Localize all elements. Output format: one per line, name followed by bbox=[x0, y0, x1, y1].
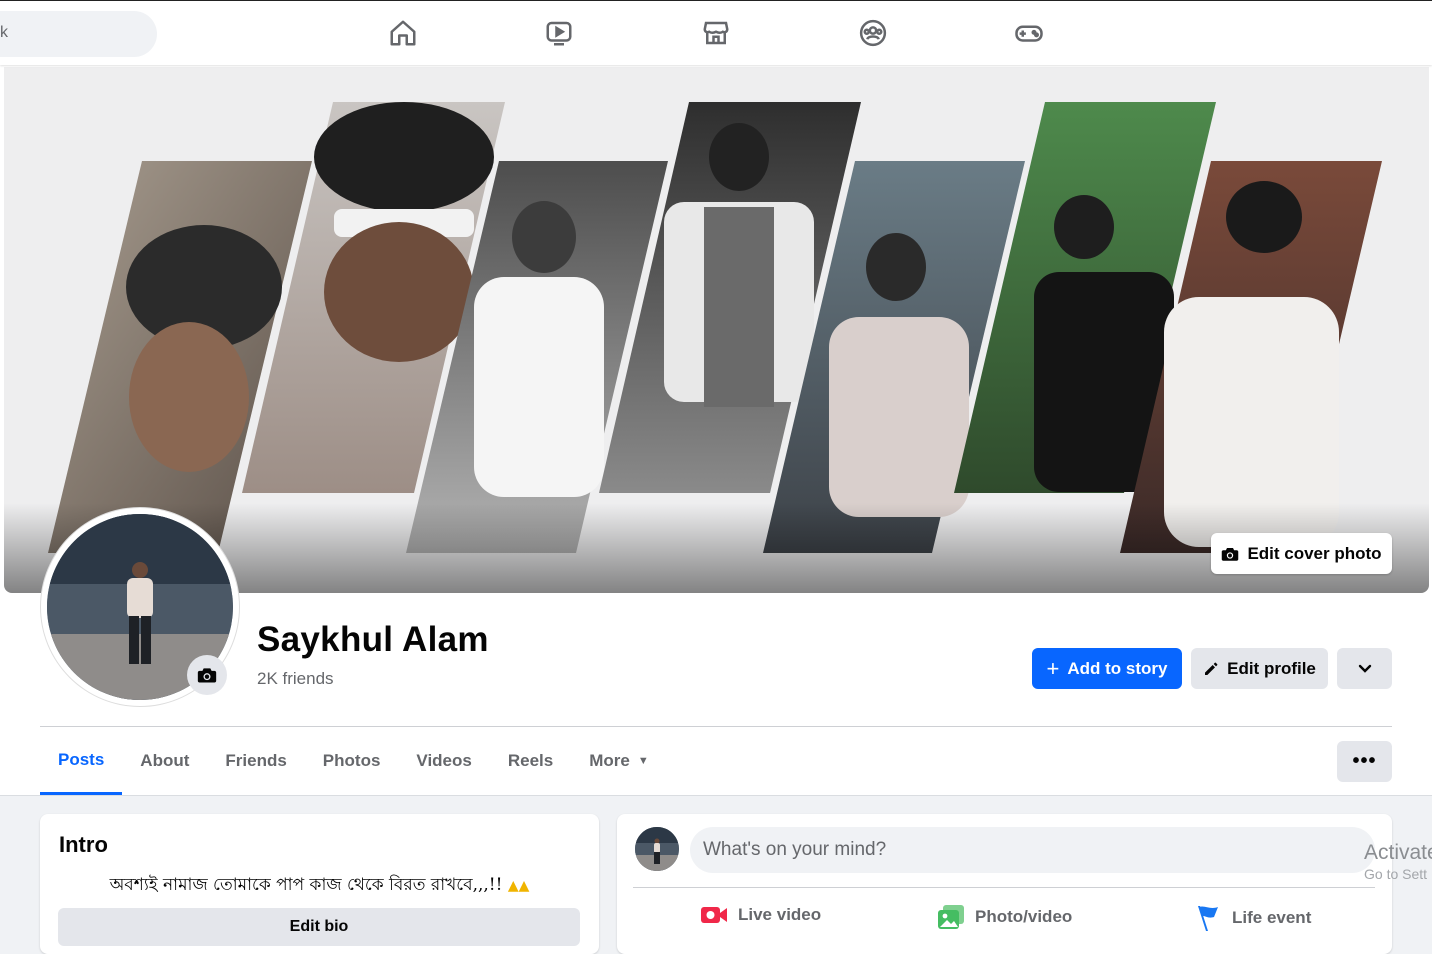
tab-friends[interactable]: Friends bbox=[207, 727, 304, 795]
search-text: k bbox=[0, 24, 8, 41]
intro-card: Intro অবশ্যই নামাজ তোমাকে পাপ কাজ থেকে ব… bbox=[40, 814, 599, 954]
camera-icon bbox=[1222, 547, 1239, 561]
live-video-button[interactable]: Live video bbox=[700, 904, 821, 926]
activate-windows-title: Activate bbox=[1364, 841, 1432, 864]
edit-cover-label: Edit cover photo bbox=[1247, 543, 1382, 563]
tab-posts[interactable]: Posts bbox=[40, 727, 123, 795]
composer-divider bbox=[633, 887, 1375, 888]
avatar[interactable] bbox=[635, 827, 679, 871]
tab-label: Photos bbox=[322, 751, 381, 770]
tab-label: About bbox=[140, 751, 190, 770]
tab-reels[interactable]: Reels bbox=[490, 727, 571, 795]
groups-icon[interactable] bbox=[857, 15, 889, 51]
tab-label: Videos bbox=[416, 751, 472, 770]
edit-cover-photo-button[interactable]: Edit cover photo bbox=[1211, 533, 1392, 574]
life-event-button[interactable]: Life event bbox=[1194, 904, 1311, 932]
top-navigation-bar: k bbox=[0, 0, 1432, 65]
tab-label: Posts bbox=[58, 749, 105, 769]
live-video-label: Live video bbox=[738, 905, 822, 924]
photo-video-icon bbox=[938, 905, 964, 929]
profile-header: Edit cover photo Saykhul Alam 2K friends… bbox=[0, 65, 1432, 796]
friends-count[interactable]: 2K friends bbox=[257, 669, 334, 689]
chevron-down-icon bbox=[1358, 664, 1371, 673]
whats-on-your-mind-input[interactable]: What's on your mind? bbox=[690, 827, 1375, 873]
marketplace-icon[interactable] bbox=[700, 15, 732, 51]
ellipsis-icon: ••• bbox=[1352, 750, 1377, 772]
flag-icon bbox=[1198, 906, 1218, 931]
bio-text: অবশ্যই নামাজ তোমাকে পাপ কাজ থেকে বিরত রা… bbox=[40, 872, 599, 900]
update-profile-picture-button[interactable] bbox=[187, 655, 227, 695]
photo-video-label: Photo/video bbox=[975, 907, 1073, 926]
add-to-story-label: Add to story bbox=[1067, 658, 1168, 678]
tab-label: Friends bbox=[225, 751, 287, 770]
life-event-label: Life event bbox=[1232, 908, 1312, 927]
more-options-button[interactable]: ••• bbox=[1337, 741, 1392, 782]
live-video-icon bbox=[701, 907, 727, 923]
profile-options-dropdown[interactable] bbox=[1337, 648, 1392, 689]
gaming-icon[interactable] bbox=[1013, 15, 1045, 51]
watch-icon[interactable] bbox=[543, 15, 575, 51]
bio-content: অবশ্যই নামাজ তোমাকে পাপ কাজ থেকে বিরত রা… bbox=[109, 875, 503, 895]
intro-title: Intro bbox=[59, 832, 108, 857]
caret-down-icon: ▼ bbox=[637, 755, 649, 767]
pencil-icon bbox=[1205, 662, 1218, 675]
search-input[interactable]: k bbox=[0, 11, 157, 57]
edit-profile-button[interactable]: Edit profile bbox=[1191, 648, 1328, 689]
tab-more[interactable]: More ▼ bbox=[571, 727, 667, 795]
praying-hands-emoji: ▲▲ bbox=[507, 878, 530, 894]
cover-photo[interactable] bbox=[4, 67, 1429, 593]
profile-name: Saykhul Alam bbox=[257, 620, 489, 659]
edit-profile-label: Edit profile bbox=[1227, 658, 1316, 678]
camera-icon bbox=[197, 668, 217, 683]
tab-label: More bbox=[589, 751, 630, 770]
tab-label: Reels bbox=[507, 751, 554, 770]
composer-placeholder: What's on your mind? bbox=[703, 839, 887, 860]
photo-video-button[interactable]: Photo/video bbox=[937, 904, 1072, 930]
add-to-story-button[interactable]: + Add to story bbox=[1032, 648, 1182, 689]
tab-videos[interactable]: Videos bbox=[398, 727, 489, 795]
activate-windows-subtitle: Go to Sett bbox=[1364, 866, 1428, 882]
post-composer: What's on your mind? Live video Photo/vi… bbox=[617, 814, 1392, 954]
plus-icon: + bbox=[1046, 655, 1060, 681]
profile-tabs: Posts About Friends Photos Videos Reels … bbox=[40, 727, 667, 795]
edit-bio-button[interactable]: Edit bio bbox=[58, 908, 580, 946]
home-icon[interactable] bbox=[387, 15, 419, 51]
tab-about[interactable]: About bbox=[122, 727, 207, 795]
tab-photos[interactable]: Photos bbox=[305, 727, 399, 795]
